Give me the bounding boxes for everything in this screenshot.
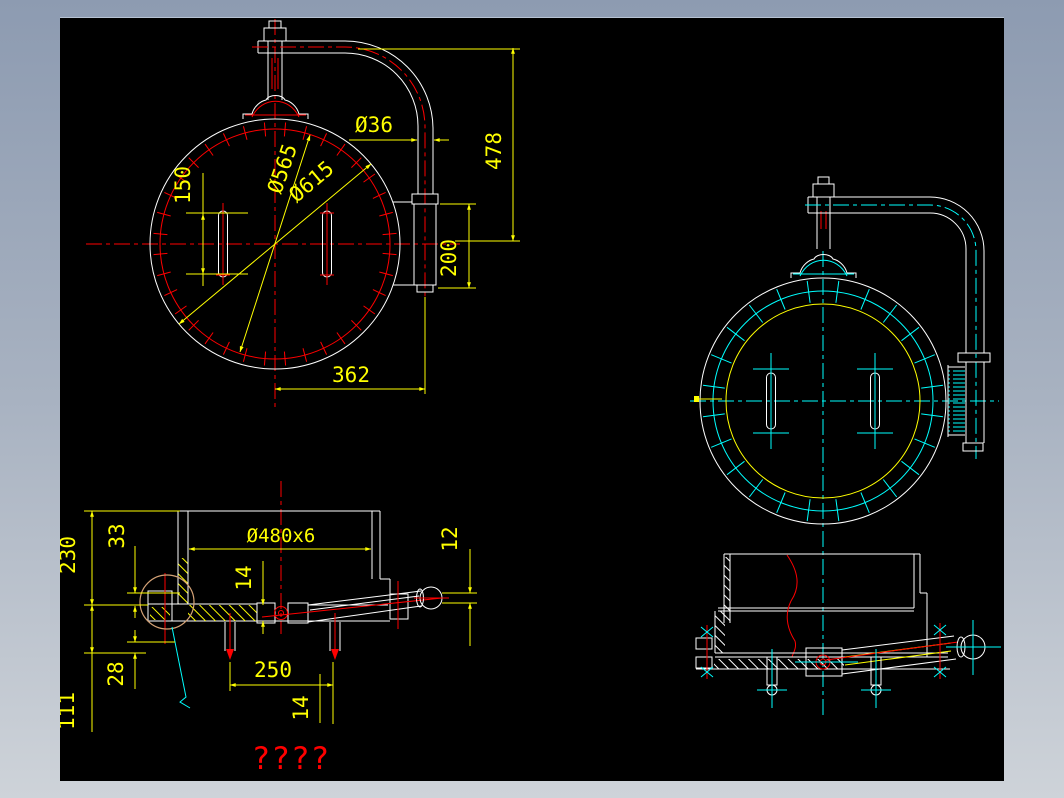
flange-tab-upper	[695, 637, 713, 650]
dim-lower-offset: 14	[289, 695, 313, 720]
dim-offset: 362	[332, 363, 370, 387]
dim-total-height: 230	[60, 536, 80, 574]
dim-bottom-height: 111	[60, 692, 79, 730]
front-view-right	[690, 176, 999, 719]
dim-slot-length: 150	[171, 166, 195, 204]
dim-pipe-diameter: Ø36	[355, 113, 393, 137]
detail-leader	[171, 626, 191, 709]
dim-bolt-spacing: 250	[254, 658, 292, 682]
section-view-right	[695, 553, 1001, 708]
dim-step: 33	[105, 523, 129, 548]
thread-block	[947, 365, 965, 437]
front-view-left	[86, 19, 460, 407]
weld-mark	[694, 396, 699, 402]
cad-drawing: Ø36 478 200 150 362 Ø565 Ø615 Ø480x6 230…	[60, 19, 1001, 777]
section-view-left	[139, 481, 449, 709]
flange-tab-lower	[695, 656, 713, 669]
dim-shell: Ø480x6	[247, 525, 316, 547]
handle-arm-right	[825, 620, 1001, 679]
dim-plate-thickness: 14	[232, 565, 256, 590]
drawing-title: ????	[252, 741, 331, 777]
drawing-canvas[interactable]: Ø36 478 200 150 362 Ø565 Ø615 Ø480x6 230…	[60, 17, 1004, 781]
dim-lower-step: 28	[104, 661, 128, 686]
dim-bracket-length: 200	[437, 239, 461, 277]
flange-bolts-right	[757, 649, 891, 708]
app-frame: Ø36 478 200 150 362 Ø565 Ø615 Ø480x6 230…	[0, 0, 1064, 798]
dim-height: 478	[482, 132, 506, 170]
break-line	[786, 554, 798, 658]
dim-handle-end: 12	[438, 526, 462, 551]
